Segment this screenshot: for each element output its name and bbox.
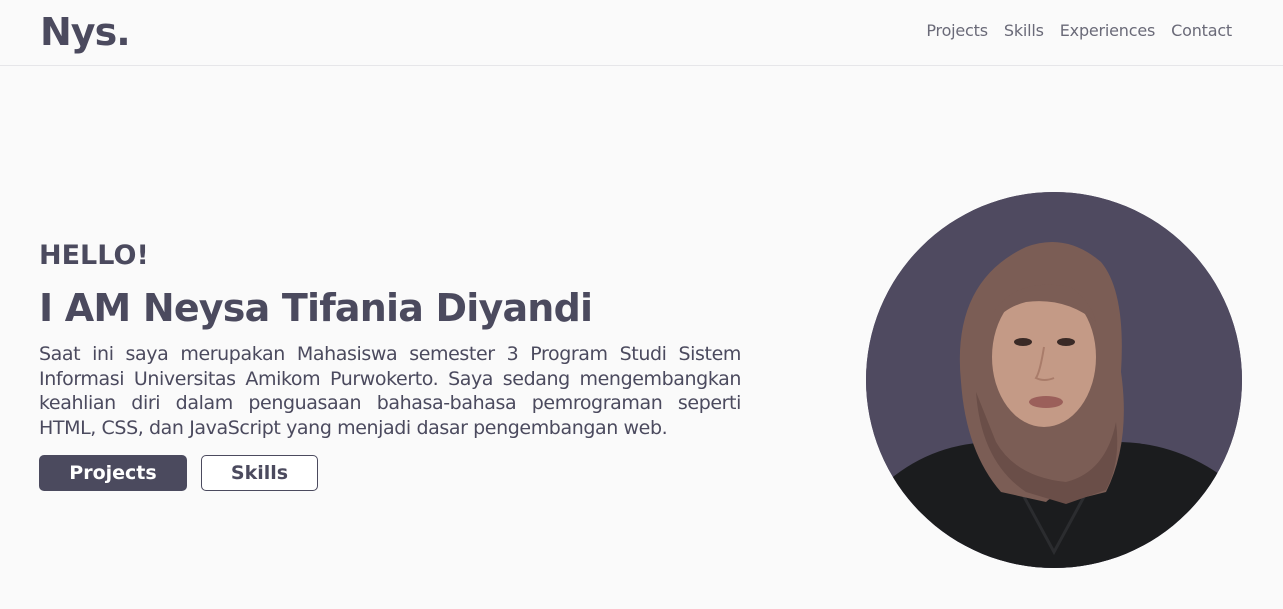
- logo[interactable]: Nys.: [40, 8, 131, 56]
- hero-bio: Saat ini saya merupakan Mahasiswa semest…: [39, 343, 741, 439]
- nav-link-experiences[interactable]: Experiences: [1060, 19, 1156, 43]
- profile-photo: [866, 192, 1242, 568]
- hero-section: HELLO! I AM Neysa Tifania Diyandi Saat i…: [39, 238, 741, 491]
- navbar: Nys. Projects Skills Experiences Contact: [0, 0, 1283, 66]
- hero-buttons: Projects Skills: [39, 455, 741, 491]
- nav-link-contact[interactable]: Contact: [1171, 19, 1232, 43]
- skills-button[interactable]: Skills: [201, 455, 318, 491]
- nav-links: Projects Skills Experiences Contact: [926, 19, 1232, 43]
- hero-name: I AM Neysa Tifania Diyandi: [39, 286, 593, 330]
- projects-button[interactable]: Projects: [39, 455, 187, 491]
- profile-photo-icon: [866, 192, 1242, 568]
- hero-greeting: HELLO!: [39, 240, 149, 271]
- nav-link-projects[interactable]: Projects: [926, 19, 988, 43]
- nav-link-skills[interactable]: Skills: [1004, 19, 1044, 43]
